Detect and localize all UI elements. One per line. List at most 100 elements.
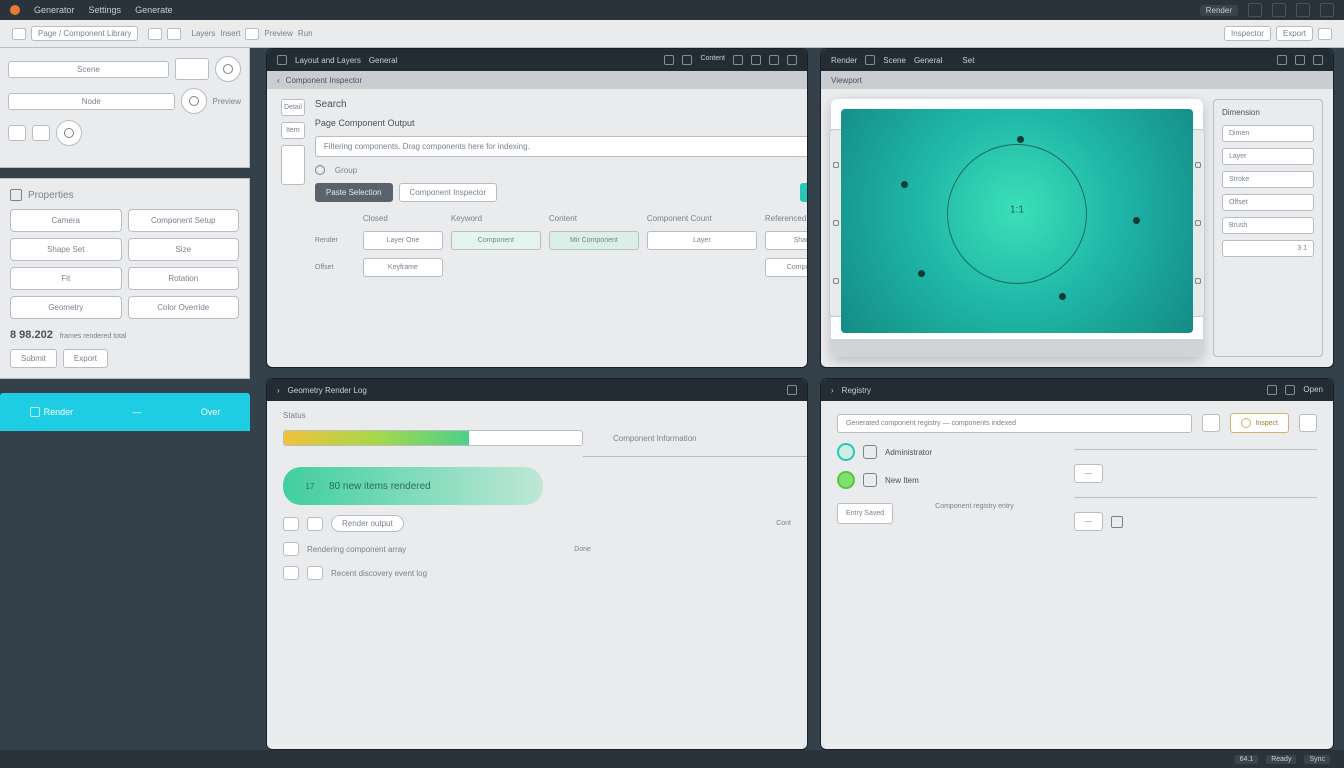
download-icon[interactable] [733,55,743,65]
lock-icon[interactable] [751,55,761,65]
tab-inspector[interactable]: Inspector [1224,26,1271,41]
slot-card[interactable]: — [1074,464,1103,483]
node-icon[interactable] [918,270,925,277]
status-sync[interactable]: Sync [1304,755,1330,764]
toolbar-item[interactable]: Preview [264,29,292,38]
slot-card[interactable]: — [1074,512,1103,531]
registry-item[interactable]: New Item [837,471,1014,489]
entry-card[interactable]: Entry Saved [837,503,893,524]
node-icon[interactable] [1059,293,1066,300]
more-icon[interactable] [1299,414,1317,432]
more-icon[interactable] [1320,3,1334,17]
box-icon[interactable] [1111,516,1123,528]
node-icon[interactable] [901,181,908,188]
table-cell[interactable]: Shared [765,231,808,250]
inspect-button[interactable]: Inspect [1230,413,1289,433]
table-cell[interactable]: Component [451,231,541,250]
inspector-button[interactable]: Component Inspector [399,183,498,202]
export-button[interactable]: Export [63,349,108,368]
table-cell[interactable]: Mir Component [549,231,639,250]
thumb-icon[interactable] [903,503,925,521]
chevron-left-icon[interactable]: ‹ [277,76,280,85]
settings-icon[interactable] [1318,28,1332,40]
footer-render[interactable]: Render [30,407,74,417]
tool-icon-1[interactable] [148,28,162,40]
prop-cell[interactable]: Rotation [128,267,240,290]
render-chip[interactable]: Render [1200,5,1238,16]
expand-icon[interactable] [769,55,779,65]
tab-export[interactable]: Export [1276,26,1313,41]
menu-generate[interactable]: Generate [135,5,173,15]
link-icon[interactable] [1277,55,1287,65]
prop-cell[interactable]: Size [128,238,240,261]
menu-settings[interactable]: Settings [89,5,122,15]
open-link[interactable]: Open [1303,385,1323,395]
play-icon[interactable] [245,28,259,40]
prop-cell[interactable]: Camera [10,209,122,232]
refresh-icon[interactable] [664,55,674,65]
tag-scene[interactable]: Scene [8,61,169,78]
close-icon[interactable] [787,55,797,65]
prop-row[interactable]: 3 1 [1222,240,1314,257]
table-cell[interactable]: Component [765,258,808,277]
breadcrumb[interactable]: Page / Component Library [31,26,138,41]
dial-icon[interactable] [181,88,207,114]
prop-row[interactable]: Layer [1222,148,1314,165]
swatch-icon[interactable] [32,125,50,141]
thumb-icon[interactable] [175,58,209,80]
registry-item[interactable]: Administrator [837,443,1014,461]
sidetab-blank[interactable] [281,145,305,185]
back-icon[interactable] [12,28,26,40]
chevron-right-icon[interactable]: › [831,386,834,395]
search-input[interactable]: Filtering components. Drag components he… [315,136,808,157]
prop-row[interactable]: Dimen [1222,125,1314,142]
node-icon[interactable] [1017,136,1024,143]
registry-input[interactable]: Generated component registry — component… [837,414,1192,433]
sidetab[interactable]: Item [281,122,305,139]
chevron-right-icon[interactable]: › [277,386,280,395]
paste-button[interactable]: Paste Selection [315,183,393,202]
tool-icon-2[interactable] [167,28,181,40]
toolbar-item[interactable]: Layers [191,29,215,38]
minimize-icon[interactable] [787,385,797,395]
table-cell[interactable]: Layer One [363,231,443,250]
device-screen[interactable]: 1:1 [841,109,1193,333]
tab-scene[interactable]: Scene [883,56,906,65]
table-cell[interactable]: Layer [647,231,757,250]
node-icon[interactable] [1133,217,1140,224]
prop-cell[interactable]: Geometry [10,296,122,319]
expand-icon[interactable] [1313,55,1323,65]
footer-over[interactable]: Over [201,407,221,417]
copy-icon[interactable] [1267,385,1277,395]
device-preview[interactable]: 1:1 [831,99,1203,357]
prop-cell[interactable]: Color Override [128,296,240,319]
cloud-icon[interactable] [1272,3,1286,17]
tab-general[interactable]: General [369,56,397,65]
summary-pill[interactable]: 17 80 new items rendered [283,467,543,505]
submit-button[interactable]: Submit [10,349,57,368]
prop-cell[interactable]: Component Setup [128,209,240,232]
prop-row[interactable]: Brush [1222,217,1314,234]
swatch-icon[interactable] [8,125,26,141]
prop-row[interactable]: Offset [1222,194,1314,211]
grid-icon[interactable] [1295,55,1305,65]
tab-layout[interactable]: Layout and Layers [295,56,361,65]
table-cell[interactable]: Keyframe [363,258,443,277]
dial-icon[interactable] [56,120,82,146]
tag-node[interactable]: Node [8,93,175,110]
clear-icon[interactable] [1202,414,1220,432]
dial-icon[interactable] [215,56,241,82]
tab-render[interactable]: Render [831,56,857,65]
share-icon[interactable] [1248,3,1262,17]
import-button[interactable]: Import [800,183,808,202]
prop-cell[interactable]: Shape Set [10,238,122,261]
filter-icon[interactable] [682,55,692,65]
tab-extra[interactable]: Content [700,55,725,65]
toolbar-item[interactable]: Run [298,29,313,38]
tab-set[interactable]: Set [962,56,974,65]
toolbar-item[interactable]: Insert [220,29,240,38]
settings-icon[interactable] [1285,385,1295,395]
prop-cell[interactable]: Fit [10,267,122,290]
user-icon[interactable] [1296,3,1310,17]
prop-row[interactable]: Stroke [1222,171,1314,188]
